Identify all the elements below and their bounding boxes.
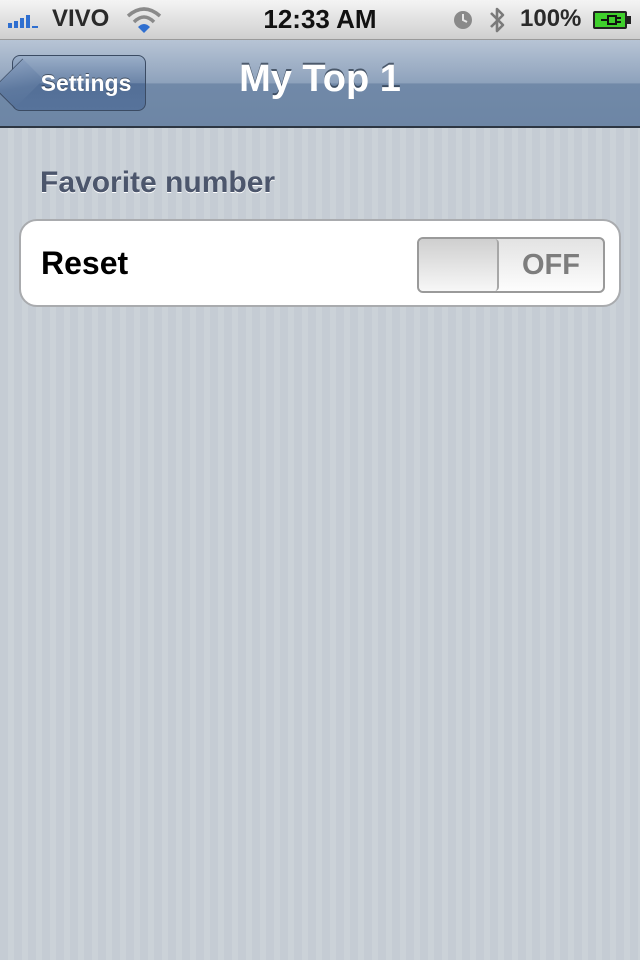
- navigation-bar: Settings My Top 1: [0, 40, 640, 128]
- battery-charging-icon: [593, 11, 631, 29]
- alarm-icon: [454, 11, 472, 29]
- toggle-state-label: OFF: [522, 249, 580, 281]
- settings-group: Reset OFF: [19, 219, 621, 307]
- toggle-knob[interactable]: [419, 239, 499, 291]
- bluetooth-icon: [490, 7, 505, 33]
- status-bar: VIVO 12:33 AM 100%: [0, 0, 640, 40]
- reset-toggle-switch[interactable]: OFF: [417, 237, 605, 293]
- back-button-label: Settings: [40, 69, 132, 96]
- reset-row-label: Reset: [41, 245, 129, 281]
- section-header: Favorite number: [40, 166, 276, 199]
- battery-percentage: 100%: [520, 5, 582, 32]
